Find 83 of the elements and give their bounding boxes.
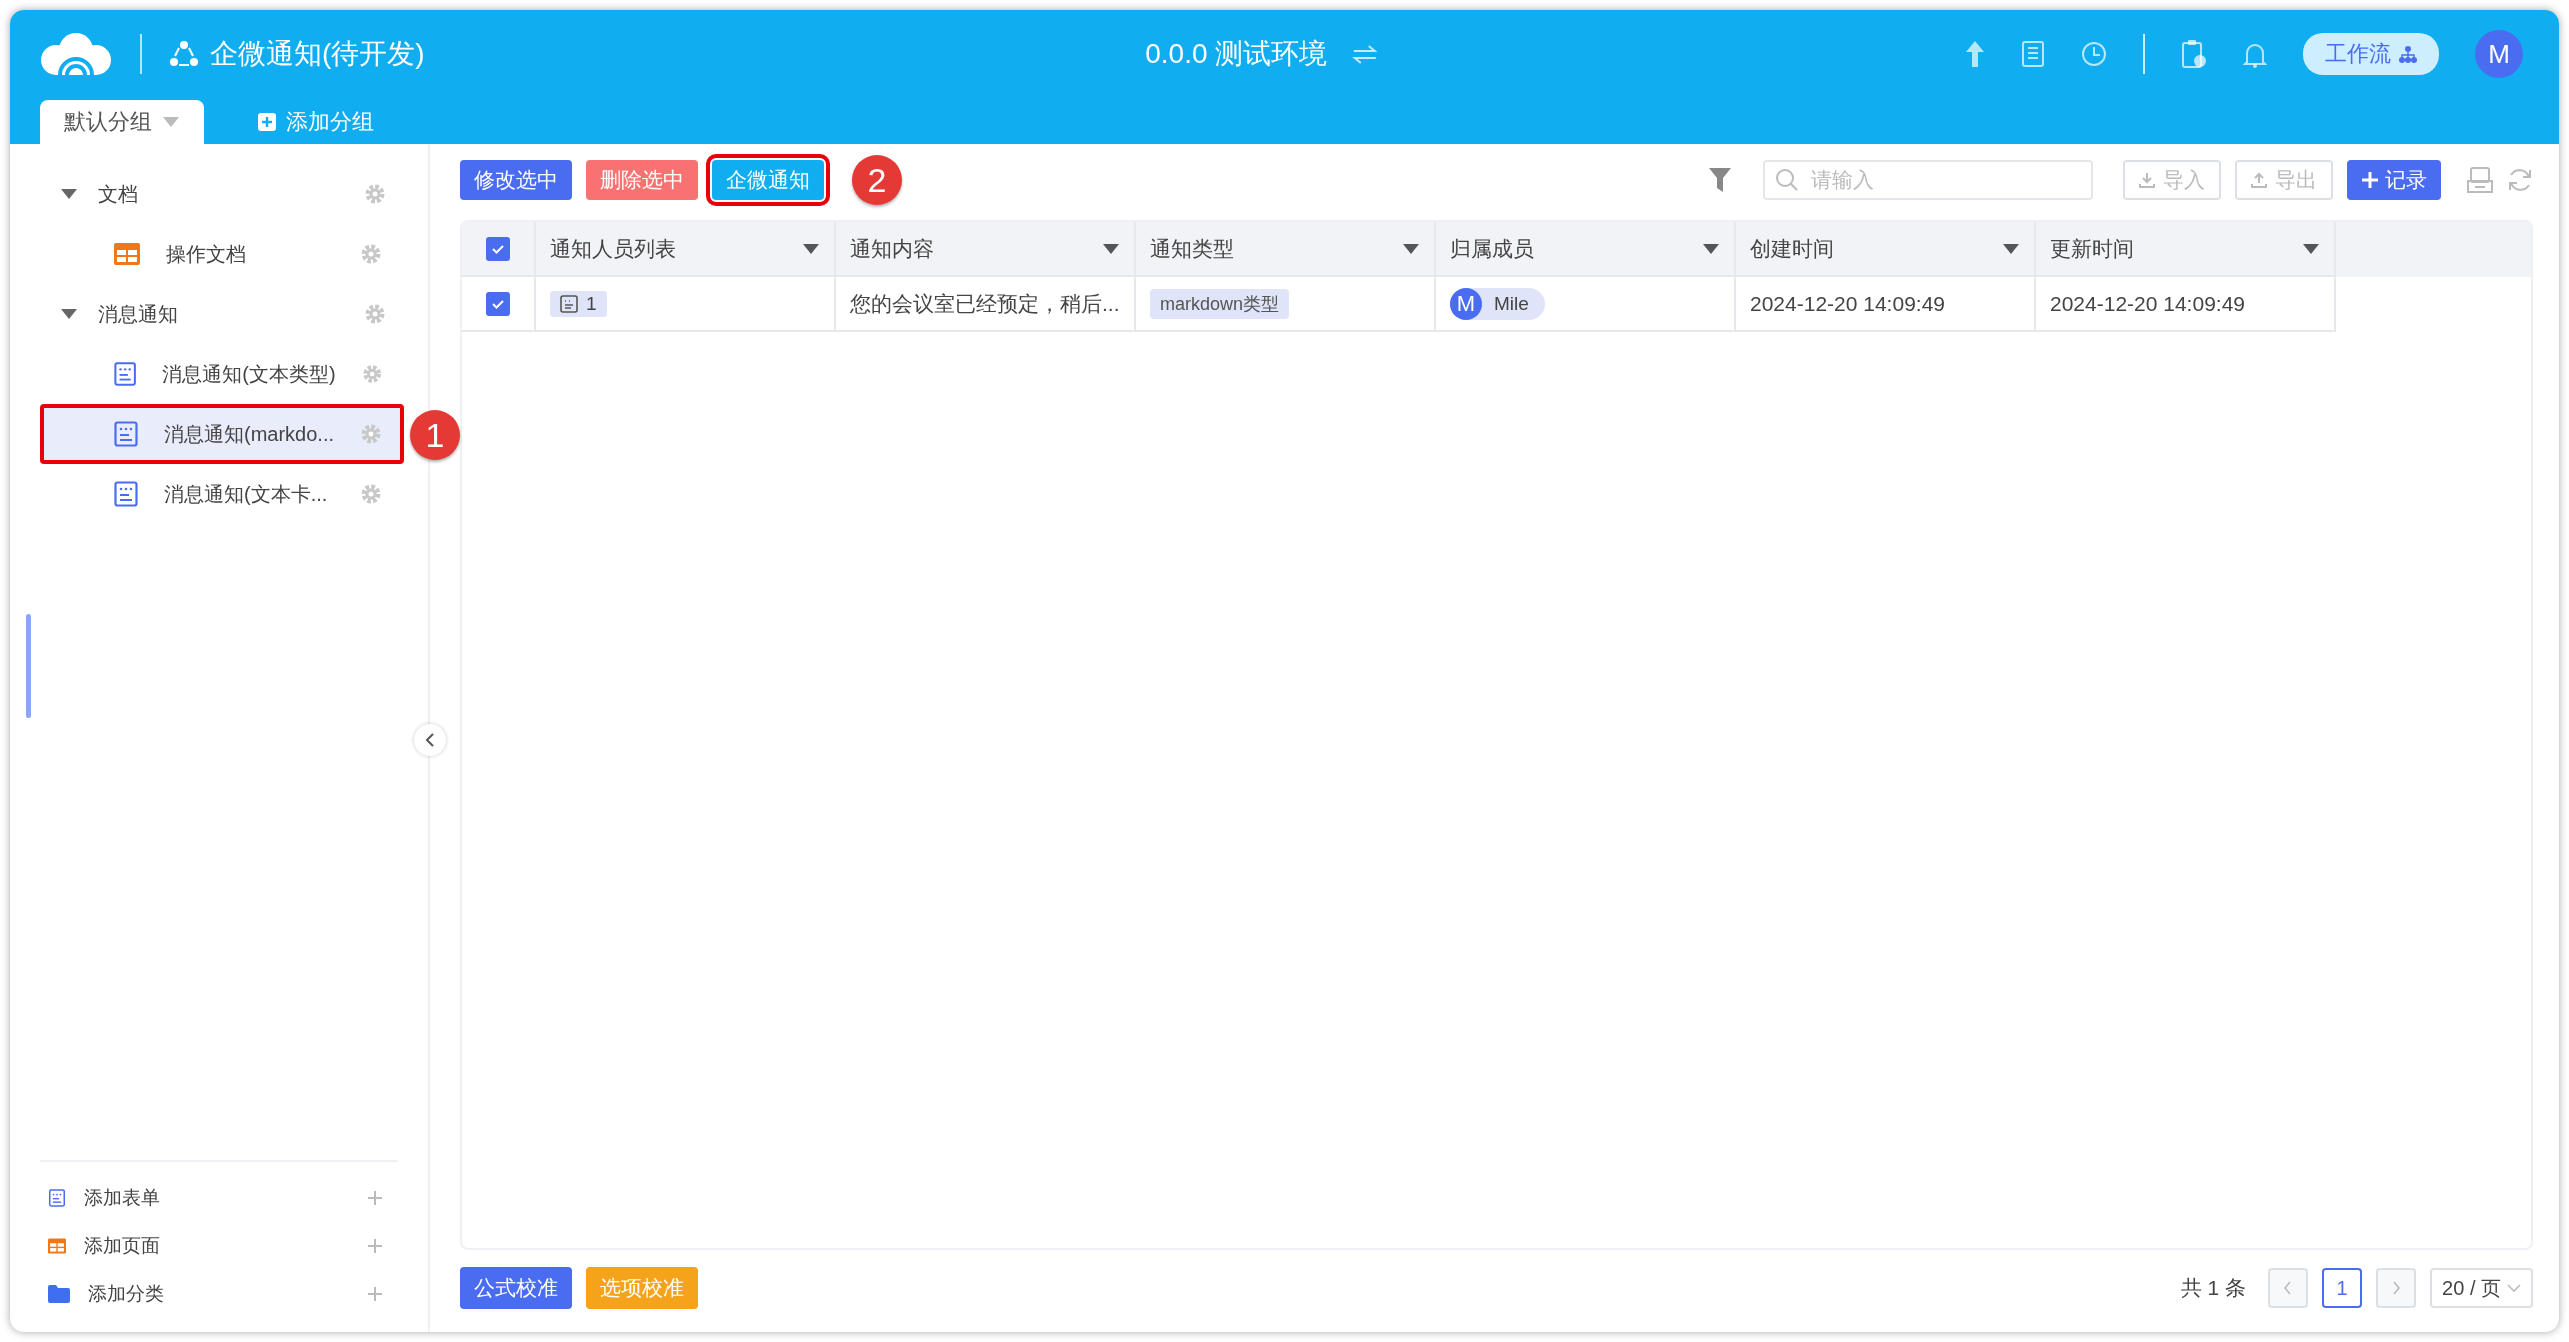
gear-icon (360, 483, 382, 505)
step-badge: 2 (852, 155, 902, 205)
column-header[interactable]: 通知人员列表 (536, 222, 836, 277)
add-action[interactable]: 添加分类 (40, 1270, 398, 1318)
form-icon (560, 294, 578, 313)
checkbox[interactable] (486, 236, 510, 261)
environment-label: 0.0.0 测试环境 (1145, 37, 1328, 71)
filter-icon[interactable] (1709, 168, 1731, 192)
sidebar-item[interactable]: 消息通知(文本类型) (40, 344, 404, 404)
footer-button[interactable]: 公式校准 (460, 1267, 572, 1309)
workflow-button[interactable]: 工作流 (2303, 33, 2439, 75)
sort-caret-icon (1402, 242, 1420, 255)
refresh-icon[interactable] (2507, 167, 2533, 193)
column-header[interactable]: 归属成员 (1436, 222, 1736, 277)
sort-caret-icon (1102, 242, 1120, 255)
sort-caret-icon (2002, 242, 2020, 255)
next-page-button[interactable] (2376, 1268, 2417, 1308)
plus-icon (366, 1285, 384, 1303)
collapse-handle[interactable] (414, 724, 446, 756)
app-title: 企微通知(待开发) (210, 37, 425, 71)
table-cell: 2024-12-20 14:09:49 (2036, 277, 2336, 332)
download-icon (2139, 172, 2155, 188)
upload-icon (2251, 172, 2267, 188)
search-icon (1775, 168, 1799, 192)
tree-group[interactable]: 文档 (40, 164, 404, 224)
user-avatar[interactable]: M (2475, 30, 2523, 78)
member-avatar: M (1450, 287, 1482, 320)
plus-icon (2361, 171, 2379, 189)
column-header[interactable]: 通知类型 (1136, 222, 1436, 277)
chevron-down-icon (2507, 1283, 2521, 1293)
plus-square-icon (258, 113, 276, 131)
form-icon (114, 481, 138, 507)
sort-caret-icon (802, 242, 820, 255)
gear-icon (361, 363, 382, 385)
page-button[interactable]: 1 (2322, 1268, 2363, 1308)
page-size-select[interactable]: 20 / 页 (2430, 1268, 2533, 1308)
gear-icon (360, 423, 382, 445)
table-icon (48, 1237, 66, 1255)
count-tag: 1 (550, 290, 607, 317)
search-field[interactable]: 请输入 (1763, 160, 2093, 200)
tree-group[interactable]: 消息通知 (40, 284, 404, 344)
toolbar-button[interactable]: 修改选中 (460, 160, 572, 200)
column-header[interactable]: 通知内容 (836, 222, 1136, 277)
history-icon[interactable] (2081, 41, 2107, 67)
step-badge: 1 (410, 410, 460, 460)
form-icon (114, 421, 138, 447)
add-record-button[interactable]: 记录 (2347, 160, 2441, 200)
clipboard-clock-icon[interactable] (2181, 39, 2207, 69)
group-tab[interactable]: 默认分组 (40, 100, 204, 144)
table-cell: 您的会议室已经预定，稍后... (836, 277, 1136, 332)
chevron-icon (2391, 1281, 2402, 1295)
plus-icon (366, 1189, 384, 1207)
prev-page-button[interactable] (2268, 1268, 2309, 1308)
scrollbar[interactable] (26, 614, 31, 718)
sidebar-item[interactable]: 消息通知(文本卡... (40, 464, 404, 524)
form-icon (114, 361, 137, 387)
column-header[interactable]: 更新时间 (2036, 222, 2336, 277)
chevron-icon (2283, 1281, 2294, 1295)
dropdown-caret-icon (162, 116, 180, 128)
share-nodes-icon (170, 40, 198, 68)
form-icon (48, 1189, 66, 1207)
total-count: 共 1 条 (2180, 1275, 2247, 1301)
upload-arrow-icon[interactable] (1965, 40, 1985, 68)
switch-arrows-icon[interactable] (1351, 44, 1378, 64)
column-header[interactable]: 创建时间 (1736, 222, 2036, 277)
checkbox[interactable] (486, 291, 510, 316)
table-cell: 2024-12-20 14:09:49 (1736, 277, 2036, 332)
gear-icon (364, 303, 386, 325)
folder-icon (48, 1285, 70, 1303)
sidebar-item[interactable]: 操作文档 (40, 224, 404, 284)
gear-icon (360, 243, 382, 265)
add-action[interactable]: 添加页面 (40, 1222, 398, 1270)
hierarchy-icon (2399, 45, 2417, 63)
document-icon[interactable] (2021, 40, 2045, 68)
add-action[interactable]: 添加表单 (40, 1174, 398, 1222)
gear-icon (364, 183, 386, 205)
sort-caret-icon (2302, 242, 2320, 255)
type-tag: markdown类型 (1150, 288, 1290, 319)
member-name: Mile (1494, 292, 1529, 315)
print-icon[interactable] (2467, 167, 2493, 193)
sort-caret-icon (1702, 242, 1720, 255)
plus-icon (366, 1237, 384, 1255)
table-icon (114, 243, 140, 265)
